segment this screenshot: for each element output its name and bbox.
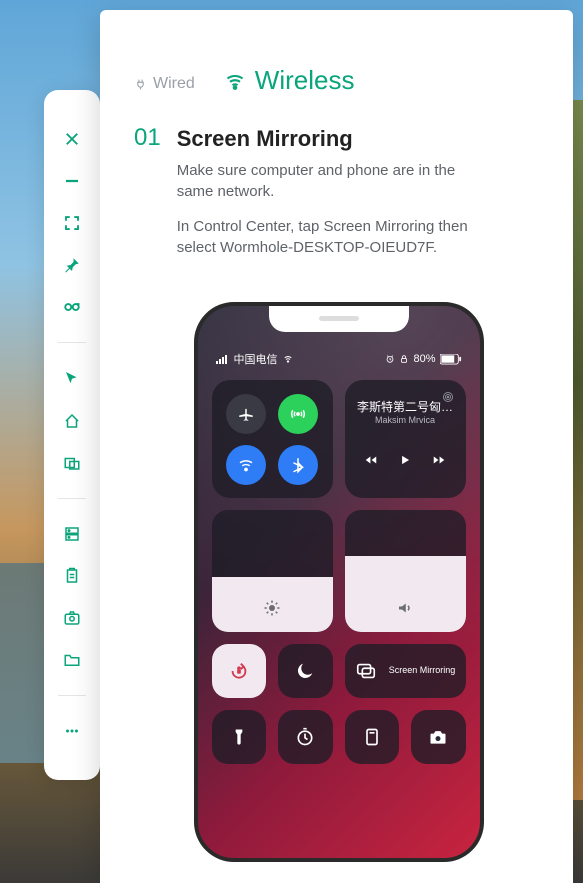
do-not-disturb-toggle[interactable]	[278, 644, 333, 698]
connectivity-tile	[212, 380, 333, 498]
status-wifi-icon	[282, 354, 294, 364]
link-icon[interactable]	[61, 297, 83, 317]
battery-label: 80%	[413, 353, 435, 365]
lock-row	[212, 644, 333, 698]
tab-wireless-label: Wireless	[255, 65, 355, 96]
sidebar-separator	[58, 695, 86, 696]
prev-track-icon[interactable]	[364, 453, 378, 472]
minimize-icon[interactable]	[61, 171, 83, 191]
app-sidebar	[44, 90, 100, 780]
screen-mirroring-label: Screen Mirroring	[389, 666, 456, 676]
tab-wired-label: Wired	[153, 75, 195, 93]
wifi-icon	[225, 71, 245, 91]
phone-frame: 中国电信 80%	[194, 302, 484, 862]
server-icon[interactable]	[61, 524, 83, 544]
folder-icon[interactable]	[61, 650, 83, 670]
play-icon[interactable]	[398, 453, 412, 472]
camera-icon[interactable]	[61, 608, 83, 628]
status-left: 中国电信	[216, 351, 294, 367]
volume-icon	[396, 599, 414, 622]
airplay-icon	[442, 390, 454, 408]
bluetooth-toggle[interactable]	[278, 445, 318, 485]
step-number: 01	[134, 126, 161, 272]
lock-icon	[399, 354, 409, 364]
phone-mute-switch	[194, 396, 195, 422]
flashlight-button[interactable]	[212, 710, 267, 764]
airplane-toggle[interactable]	[226, 394, 266, 434]
utility-row	[212, 710, 466, 764]
pin-icon[interactable]	[61, 255, 83, 275]
wifi-toggle[interactable]	[226, 445, 266, 485]
music-tile[interactable]: 李斯特第二号匈… Maksim Mrvica	[345, 380, 466, 498]
phone-speaker	[319, 316, 359, 321]
clipboard-icon[interactable]	[61, 566, 83, 586]
screen-mirroring-button[interactable]: Screen Mirroring	[345, 644, 466, 698]
orientation-lock-toggle[interactable]	[212, 644, 267, 698]
status-right: 80%	[385, 353, 461, 365]
instructions-panel: Wired Wireless 01 Screen Mirroring Make …	[100, 10, 573, 883]
volume-slider[interactable]	[345, 510, 466, 632]
carrier-label: 中国电信	[234, 351, 278, 367]
calculator-button[interactable]	[345, 710, 400, 764]
phone-status-bar: 中国电信 80%	[198, 350, 480, 368]
battery-icon	[440, 354, 462, 365]
cellular-toggle[interactable]	[278, 394, 318, 434]
step-block: 01 Screen Mirroring Make sure computer a…	[134, 126, 543, 272]
close-icon[interactable]	[61, 129, 83, 149]
step-para-1: Make sure computer and phone are in the …	[177, 160, 487, 202]
music-title: 李斯特第二号匈…	[355, 398, 456, 415]
brightness-slider[interactable]	[212, 510, 333, 632]
phone-illustration: 中国电信 80%	[134, 302, 543, 862]
home-icon[interactable]	[61, 410, 83, 430]
plug-icon	[134, 78, 147, 91]
control-center: 李斯特第二号匈… Maksim Mrvica	[212, 380, 466, 858]
fullscreen-icon[interactable]	[61, 213, 83, 233]
camera-button[interactable]	[411, 710, 466, 764]
phone-vol-up	[194, 446, 195, 488]
timer-button[interactable]	[278, 710, 333, 764]
sidebar-separator	[58, 498, 86, 499]
music-controls	[355, 453, 456, 472]
brightness-icon	[263, 599, 281, 622]
more-icon[interactable]	[61, 721, 83, 741]
next-track-icon[interactable]	[432, 453, 446, 472]
multitask-icon[interactable]	[61, 453, 83, 473]
phone-side-button	[483, 456, 484, 516]
alarm-icon	[385, 354, 395, 364]
step-para-2: In Control Center, tap Screen Mirroring …	[177, 216, 487, 258]
signal-icon	[216, 354, 230, 364]
phone-vol-down	[194, 498, 195, 540]
connection-tabs: Wired Wireless	[134, 65, 543, 96]
tab-wireless[interactable]: Wireless	[225, 65, 355, 96]
music-artist: Maksim Mrvica	[355, 415, 456, 425]
step-title: Screen Mirroring	[177, 126, 487, 152]
cursor-icon[interactable]	[61, 368, 83, 388]
step-body: Screen Mirroring Make sure computer and …	[177, 126, 487, 272]
tab-wired[interactable]: Wired	[134, 75, 195, 93]
sidebar-separator	[58, 342, 86, 343]
